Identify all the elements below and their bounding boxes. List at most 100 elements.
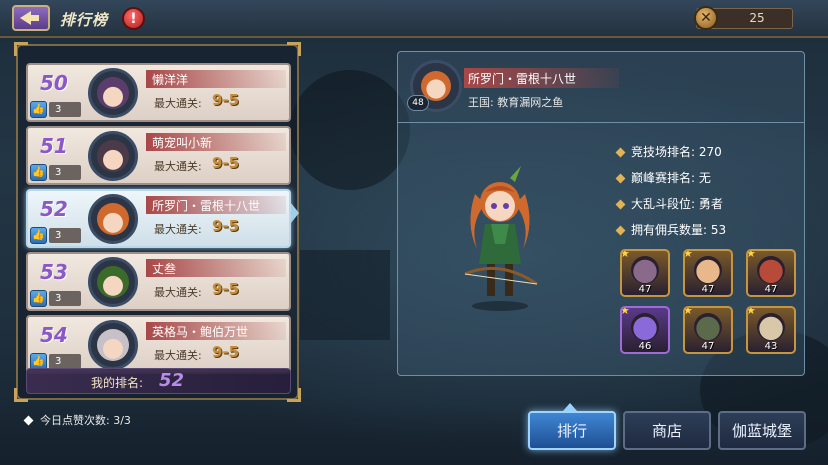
diamond-icon (615, 225, 626, 236)
back-button[interactable] (12, 5, 50, 31)
coin-icon: ✕ (694, 6, 718, 30)
max-stage-value: 9-5 (212, 280, 240, 298)
mercenary-level: 47 (701, 284, 715, 295)
rank-row[interactable]: 50 👍 3 懒洋洋 最大通关: 9-5 (26, 63, 291, 122)
max-stage-label: 最大通关: (154, 349, 202, 362)
max-stage-value: 9-5 (212, 217, 240, 235)
mercenary-card[interactable]: ★ 43 (746, 306, 796, 354)
mercenary-card[interactable]: ★ 47 (746, 249, 796, 297)
my-rank-value: 52 (159, 370, 185, 391)
stat-line: 巅峰赛排名: 无 (615, 169, 711, 186)
player-kingdom: 王国: 教育漏网之鱼 (468, 96, 564, 109)
my-rank-bar: 我的排名: 52 (26, 368, 291, 394)
rank-row[interactable]: 51 👍 3 萌宠叫小新 最大通关: 9-5 (26, 126, 291, 185)
avatar-face (97, 77, 129, 109)
thumbs-up-icon: 👍 (30, 101, 47, 118)
stat-text: 大乱斗段位: 勇者 (631, 197, 723, 211)
mercenary-level: 47 (764, 284, 778, 295)
star-icon: ★ (746, 306, 756, 317)
stat-text: 拥有佣兵数量: 53 (631, 223, 727, 237)
max-stage-value: 9-5 (212, 343, 240, 361)
player-name-band: 所罗门・雷根十八世 (464, 68, 619, 88)
avatar-face (97, 266, 129, 298)
max-stage-value: 9-5 (212, 154, 240, 172)
rank-row[interactable]: 52 👍 3 所罗门・雷根十八世 最大通关: 9-5 (26, 189, 291, 248)
stat-text: 巅峰赛排名: 无 (631, 171, 711, 185)
frame-corner (14, 42, 28, 56)
avatar (88, 257, 138, 307)
max-stage-label: 最大通关: (154, 97, 202, 110)
currency-display: ✕ 25 (694, 6, 793, 30)
player-name: 英格马・鲍伯万世 (152, 325, 249, 339)
stat-line: 竞技场排名: 270 (615, 143, 722, 160)
mercenary-face (694, 256, 722, 284)
player-name: 萌宠叫小新 (152, 136, 213, 150)
selected-row-arrow-icon (291, 203, 299, 223)
rank-row[interactable]: 54 👍 3 英格马・鲍伯万世 最大通关: 9-5 (26, 315, 291, 374)
thumbs-up-icon: 👍 (30, 164, 47, 181)
diamond-icon (615, 147, 626, 158)
mercenary-face (694, 313, 722, 341)
max-stage-label: 最大通关: (154, 286, 202, 299)
like-count: 3 (49, 165, 81, 180)
diamond-icon (23, 415, 34, 426)
player-level: 48 (407, 95, 429, 111)
avatar (88, 131, 138, 181)
rank-number: 52 (40, 197, 68, 221)
max-stage-label: 最大通关: (154, 223, 202, 236)
my-rank-label: 我的排名: (91, 376, 144, 390)
name-band: 英格马・鲍伯万世 (146, 322, 286, 340)
rank-number: 54 (40, 323, 68, 347)
like-button[interactable]: 👍 3 (30, 227, 82, 244)
mercenary-level: 47 (701, 341, 715, 352)
diamond-icon (615, 199, 626, 210)
like-count: 3 (49, 291, 81, 306)
like-button[interactable]: 👍 3 (30, 164, 82, 181)
tab-ranking[interactable]: 排行 (528, 411, 616, 450)
diamond-icon (615, 173, 626, 184)
mercenary-face (757, 313, 785, 341)
player-name: 丈叁 (152, 262, 177, 276)
mercenary-card[interactable]: ★ 46 (620, 306, 670, 354)
exclamation-icon[interactable]: ! (122, 7, 145, 30)
star-icon: ★ (620, 249, 630, 260)
tab-castle[interactable]: 伽蓝城堡 (718, 411, 806, 450)
like-button[interactable]: 👍 3 (30, 290, 82, 307)
currency-value: 25 (749, 11, 765, 25)
star-icon: ★ (620, 306, 630, 317)
player-name: 所罗门・雷根十八世 (468, 72, 577, 86)
mercenary-card[interactable]: ★ 47 (683, 306, 733, 354)
stat-text: 竞技场排名: 270 (631, 145, 722, 159)
name-band: 所罗门・雷根十八世 (146, 196, 286, 214)
page-title: 排行榜 (60, 11, 109, 29)
likes-today: 今日点赞次数: 3/3 (23, 412, 131, 428)
mercenary-level: 46 (638, 341, 652, 352)
player-detail-panel: 48 所罗门・雷根十八世 王国: 教育漏网之鱼 竞技场排名: 270 巅峰赛排名:… (397, 51, 805, 376)
hero-figure (464, 166, 538, 311)
like-button[interactable]: 👍 3 (30, 101, 82, 118)
mercenary-face (757, 256, 785, 284)
mercenary-card[interactable]: ★ 47 (683, 249, 733, 297)
name-band: 懒洋洋 (146, 70, 286, 88)
ranking-panel: 50 👍 3 懒洋洋 最大通关: 9-5 51 👍 3 萌宠叫小新 最大通关: … (14, 42, 301, 402)
frame-corner (287, 42, 301, 56)
stat-line: 拥有佣兵数量: 53 (615, 221, 727, 238)
rank-number: 51 (40, 134, 68, 158)
thumbs-up-icon: 👍 (30, 290, 47, 307)
avatar-face (97, 203, 129, 235)
top-bar: 排行榜 ! ✕ 25 (0, 0, 828, 38)
max-stage-label: 最大通关: (154, 160, 202, 173)
mercenary-card[interactable]: ★ 47 (620, 249, 670, 297)
star-icon: ★ (683, 249, 693, 260)
max-stage-value: 9-5 (212, 91, 240, 109)
star-icon: ★ (746, 249, 756, 260)
rank-row[interactable]: 53 👍 3 丈叁 最大通关: 9-5 (26, 252, 291, 311)
avatar (88, 320, 138, 370)
player-name: 所罗门・雷根十八世 (152, 199, 261, 213)
background-tree (290, 70, 410, 190)
likes-today-text: 今日点赞次数: 3/3 (40, 414, 131, 427)
tab-shop[interactable]: 商店 (623, 411, 711, 450)
like-count: 3 (49, 228, 81, 243)
active-tab-pointer-icon (563, 403, 577, 411)
name-band: 丈叁 (146, 259, 286, 277)
